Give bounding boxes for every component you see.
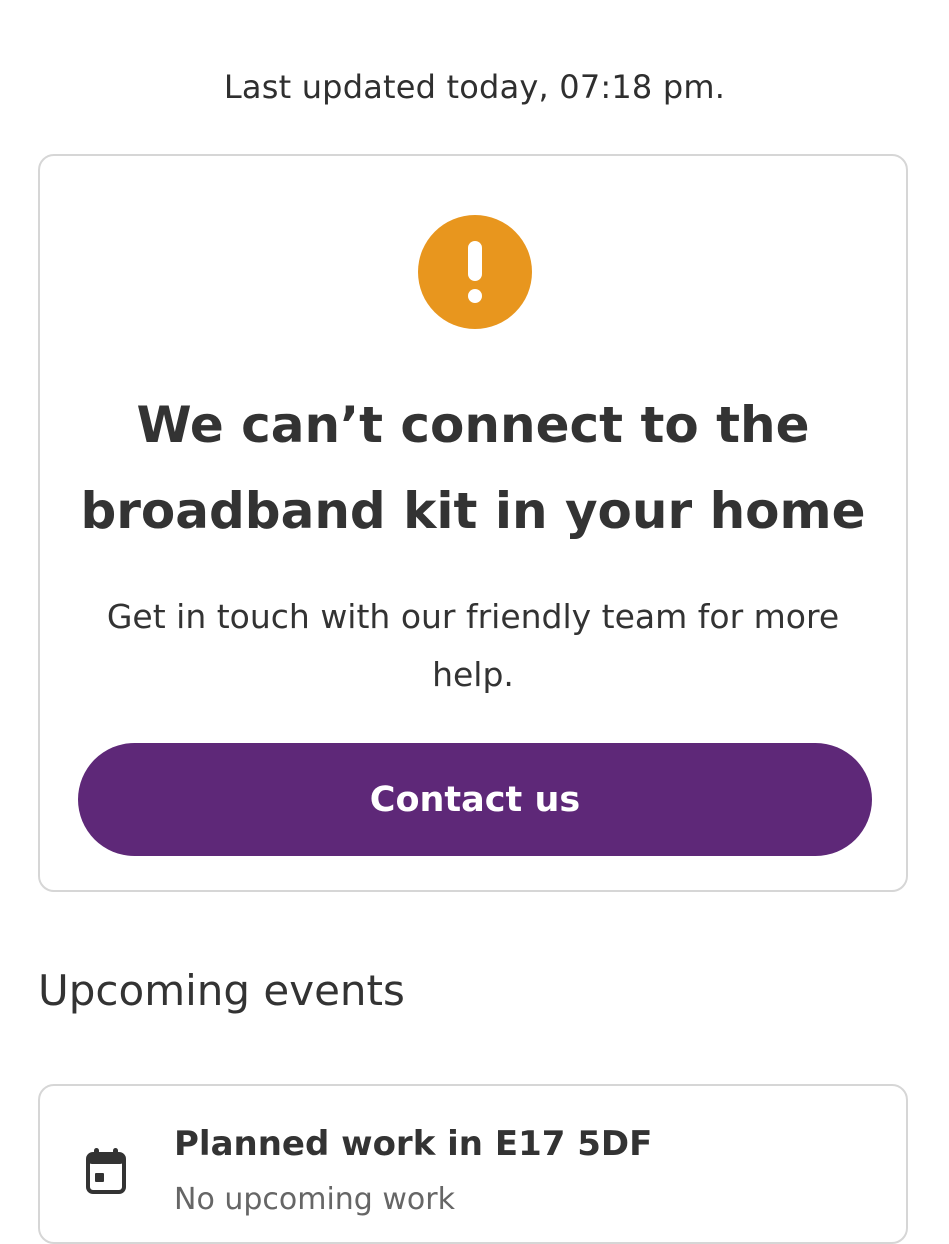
last-updated-text: Last updated today, 07:18 pm.	[223, 68, 726, 106]
event-title: Planned work in E17 5DF	[174, 1124, 653, 1164]
connection-status-card: We can’t connect to the broadband kit in…	[38, 154, 908, 892]
calendar-icon	[86, 1148, 126, 1194]
connection-error-message: Get in touch with our friendly team for …	[106, 597, 840, 694]
planned-work-card[interactable]: Planned work in E17 5DF No upcoming work	[38, 1084, 908, 1244]
contact-us-button[interactable]: Contact us	[78, 743, 872, 856]
warning-icon	[418, 215, 532, 329]
event-subtitle: No upcoming work	[174, 1182, 455, 1217]
connection-error-heading: We can’t connect to the broadband kit in…	[80, 396, 866, 540]
upcoming-events-heading: Upcoming events	[38, 966, 405, 1015]
